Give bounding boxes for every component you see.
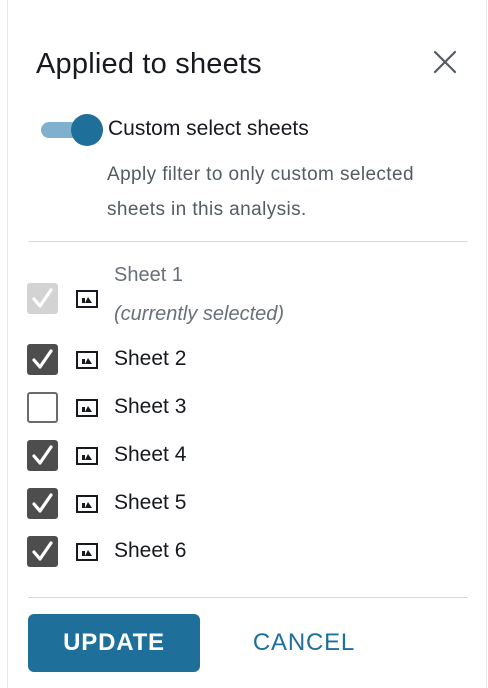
sheet-icon: [76, 290, 98, 308]
cancel-button[interactable]: CANCEL: [244, 614, 364, 672]
applied-to-sheets-panel: Applied to sheets Custom select sheets A…: [7, 0, 487, 688]
checkmark-icon: [32, 493, 53, 513]
sheet-icon: [76, 543, 98, 561]
custom-select-toggle[interactable]: [41, 114, 103, 146]
close-button[interactable]: [432, 49, 458, 75]
sheet-name: Sheet 5: [114, 491, 187, 514]
close-icon: [433, 50, 457, 74]
toggle-description: Apply filter to only custom selected she…: [107, 164, 414, 220]
sheet-checkbox[interactable]: [27, 344, 58, 375]
divider: [28, 241, 468, 242]
toggle-label: Custom select sheets: [108, 117, 309, 140]
toggle-knob: [71, 114, 103, 146]
sheet-checkbox: [27, 283, 58, 314]
checkmark-icon: [32, 541, 53, 561]
sheet-icon: [76, 351, 98, 369]
checkmark-icon: [32, 445, 53, 465]
sheet-icon: [76, 447, 98, 465]
sheet-icon: [76, 495, 98, 513]
sheet-name: Sheet 4: [114, 443, 187, 466]
checkmark-icon: [32, 288, 53, 308]
checkmark-icon: [32, 349, 53, 369]
sheet-icon: [76, 399, 98, 417]
sheet-note: (currently selected): [114, 303, 285, 325]
sheet-checkbox[interactable]: [27, 440, 58, 471]
divider: [28, 597, 468, 598]
sheet-name: Sheet 6: [114, 539, 187, 562]
sheet-checkbox[interactable]: [27, 392, 58, 423]
sheet-name: Sheet 1: [114, 264, 183, 286]
sheet-checkbox[interactable]: [27, 536, 58, 567]
sheet-name: Sheet 3: [114, 395, 187, 418]
sheet-checkbox[interactable]: [27, 488, 58, 519]
update-button[interactable]: UPDATE: [28, 614, 200, 672]
sheet-name: Sheet 2: [114, 347, 187, 370]
panel-title: Applied to sheets: [36, 48, 262, 80]
